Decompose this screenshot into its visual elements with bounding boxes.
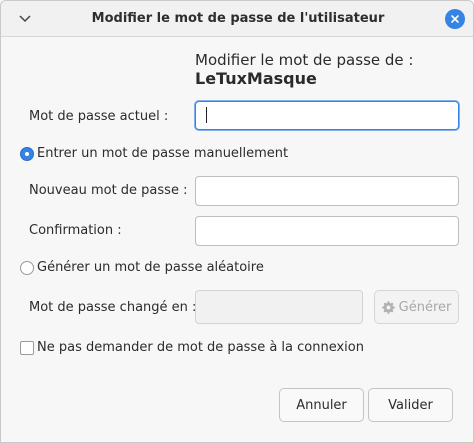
manual-password-radio-label[interactable]: Entrer un mot de passe manuellement <box>37 146 288 161</box>
dialog-heading: Modifier le mot de passe de : <box>195 51 414 69</box>
random-password-radio-label[interactable]: Générer un mot de passe aléatoire <box>37 260 264 275</box>
generate-button-label: Générer <box>398 299 452 315</box>
confirmation-label: Confirmation : <box>29 223 122 238</box>
validate-button[interactable]: Valider <box>368 388 453 422</box>
window-title: Modifier le mot de passe de l'utilisateu… <box>91 11 385 26</box>
manual-password-radio[interactable] <box>20 147 34 161</box>
change-password-dialog: Modifier le mot de passe de l'utilisateu… <box>0 0 474 443</box>
current-password-label: Mot de passe actuel : <box>29 109 169 124</box>
changed-to-input <box>195 290 363 324</box>
new-password-label: Nouveau mot de passe : <box>29 183 188 198</box>
chevron-down-icon[interactable] <box>16 10 34 28</box>
no-password-login-label[interactable]: Ne pas demander de mot de passe à la con… <box>37 340 364 355</box>
gear-icon <box>381 300 395 314</box>
username-heading: LeTuxMasque <box>195 69 317 88</box>
no-password-login-checkbox[interactable] <box>20 341 34 355</box>
confirmation-input[interactable] <box>195 216 459 246</box>
current-password-input[interactable] <box>195 101 459 130</box>
close-button[interactable] <box>445 9 465 29</box>
close-icon <box>451 15 459 23</box>
text-caret <box>206 107 207 123</box>
titlebar: Modifier le mot de passe de l'utilisateu… <box>1 1 473 37</box>
changed-to-label: Mot de passe changé en : <box>29 300 197 315</box>
random-password-radio[interactable] <box>20 261 34 275</box>
new-password-input[interactable] <box>195 176 459 206</box>
cancel-button[interactable]: Annuler <box>279 388 364 422</box>
generate-button[interactable]: Générer <box>374 290 459 324</box>
